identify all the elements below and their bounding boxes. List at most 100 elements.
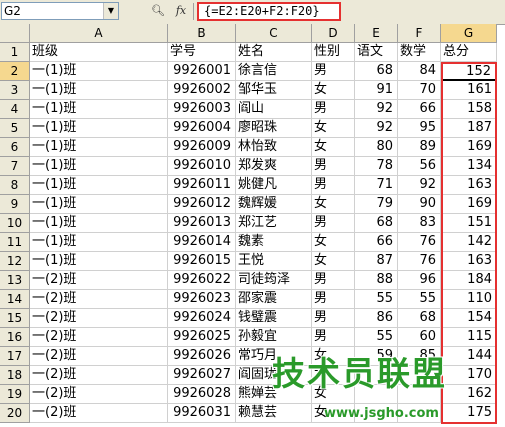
cell-f13[interactable]: 96 (398, 271, 441, 290)
row-header-7[interactable]: 7 (0, 157, 30, 176)
cell-a15[interactable]: 一(2)班 (30, 309, 168, 328)
formula-input[interactable]: {=E2:E20+F2:F20} (197, 2, 341, 21)
column-header-g[interactable]: G (441, 24, 497, 43)
cell-d18[interactable]: 女 (312, 366, 355, 385)
cell-d16[interactable]: 男 (312, 328, 355, 347)
cell-e20[interactable] (355, 404, 398, 423)
cell-g14[interactable]: 110 (441, 290, 497, 309)
row-header-15[interactable]: 15 (0, 309, 30, 328)
row-header-9[interactable]: 9 (0, 195, 30, 214)
cell-f12[interactable]: 76 (398, 252, 441, 271)
cell-b6[interactable]: 9926009 (168, 138, 236, 157)
cell-c8[interactable]: 姚健凡 (236, 176, 312, 195)
cell-f18[interactable] (398, 366, 441, 385)
cell-b16[interactable]: 9926025 (168, 328, 236, 347)
cell-d20[interactable]: 女 (312, 404, 355, 423)
cell-g7[interactable]: 134 (441, 157, 497, 176)
cell-c19[interactable]: 熊婵芸 (236, 385, 312, 404)
header-cell-b[interactable]: 学号 (168, 43, 236, 62)
cell-b7[interactable]: 9926010 (168, 157, 236, 176)
cell-e15[interactable]: 86 (355, 309, 398, 328)
cell-b12[interactable]: 9926015 (168, 252, 236, 271)
cell-c15[interactable]: 钱璧震 (236, 309, 312, 328)
cell-g2[interactable]: 152 (441, 62, 497, 81)
cell-f19[interactable] (398, 385, 441, 404)
cell-d13[interactable]: 男 (312, 271, 355, 290)
row-header-5[interactable]: 5 (0, 119, 30, 138)
cell-d5[interactable]: 女 (312, 119, 355, 138)
cell-c16[interactable]: 孙毅宜 (236, 328, 312, 347)
cell-g16[interactable]: 115 (441, 328, 497, 347)
cell-e5[interactable]: 92 (355, 119, 398, 138)
row-header-18[interactable]: 18 (0, 366, 30, 385)
cell-g15[interactable]: 154 (441, 309, 497, 328)
header-cell-g[interactable]: 总分 (441, 43, 497, 62)
cell-a20[interactable]: 一(2)班 (30, 404, 168, 423)
cell-a16[interactable]: 一(2)班 (30, 328, 168, 347)
cell-g11[interactable]: 142 (441, 233, 497, 252)
header-cell-c[interactable]: 姓名 (236, 43, 312, 62)
cell-f11[interactable]: 76 (398, 233, 441, 252)
cell-c4[interactable]: 阎山 (236, 100, 312, 119)
row-header-2[interactable]: 2 (0, 62, 30, 81)
cell-a14[interactable]: 一(2)班 (30, 290, 168, 309)
cell-d10[interactable]: 男 (312, 214, 355, 233)
cell-e12[interactable]: 87 (355, 252, 398, 271)
cell-c9[interactable]: 魏辉媛 (236, 195, 312, 214)
cell-b4[interactable]: 9926003 (168, 100, 236, 119)
row-header-17[interactable]: 17 (0, 347, 30, 366)
row-header-20[interactable]: 20 (0, 404, 30, 423)
cell-b5[interactable]: 9926004 (168, 119, 236, 138)
cell-b19[interactable]: 9926028 (168, 385, 236, 404)
cell-e10[interactable]: 68 (355, 214, 398, 233)
row-header-6[interactable]: 6 (0, 138, 30, 157)
row-header-1[interactable]: 1 (0, 43, 30, 62)
cell-g17[interactable]: 144 (441, 347, 497, 366)
cell-e11[interactable]: 66 (355, 233, 398, 252)
cell-d6[interactable]: 女 (312, 138, 355, 157)
cell-f3[interactable]: 70 (398, 81, 441, 100)
cell-d19[interactable]: 女 (312, 385, 355, 404)
cell-d2[interactable]: 男 (312, 62, 355, 81)
cell-b10[interactable]: 9926013 (168, 214, 236, 233)
cell-b8[interactable]: 9926011 (168, 176, 236, 195)
cell-a17[interactable]: 一(2)班 (30, 347, 168, 366)
cell-d15[interactable]: 男 (312, 309, 355, 328)
cell-b13[interactable]: 9926022 (168, 271, 236, 290)
cell-f4[interactable]: 66 (398, 100, 441, 119)
cell-g18[interactable]: 170 (441, 366, 497, 385)
cell-b11[interactable]: 9926014 (168, 233, 236, 252)
cell-a4[interactable]: 一(1)班 (30, 100, 168, 119)
cell-d4[interactable]: 男 (312, 100, 355, 119)
chevron-down-icon[interactable]: ▼ (103, 3, 118, 19)
cell-e18[interactable] (355, 366, 398, 385)
cell-a9[interactable]: 一(1)班 (30, 195, 168, 214)
header-cell-d[interactable]: 性别 (312, 43, 355, 62)
row-header-11[interactable]: 11 (0, 233, 30, 252)
cell-f2[interactable]: 84 (398, 62, 441, 81)
column-header-e[interactable]: E (355, 24, 398, 43)
cell-a10[interactable]: 一(1)班 (30, 214, 168, 233)
cell-c20[interactable]: 赖慧芸 (236, 404, 312, 423)
cell-a7[interactable]: 一(1)班 (30, 157, 168, 176)
cell-e14[interactable]: 55 (355, 290, 398, 309)
cell-b15[interactable]: 9926024 (168, 309, 236, 328)
row-header-14[interactable]: 14 (0, 290, 30, 309)
cell-a2[interactable]: 一(1)班 (30, 62, 168, 81)
cell-g4[interactable]: 158 (441, 100, 497, 119)
cell-b2[interactable]: 9926001 (168, 62, 236, 81)
cell-b17[interactable]: 9926026 (168, 347, 236, 366)
cell-f9[interactable]: 90 (398, 195, 441, 214)
cell-b9[interactable]: 9926012 (168, 195, 236, 214)
row-header-13[interactable]: 13 (0, 271, 30, 290)
cell-e4[interactable]: 92 (355, 100, 398, 119)
header-cell-e[interactable]: 语文 (355, 43, 398, 62)
cell-f5[interactable]: 95 (398, 119, 441, 138)
fx-icon[interactable]: fx (171, 2, 191, 20)
cell-f14[interactable]: 55 (398, 290, 441, 309)
cell-d17[interactable]: 女 (312, 347, 355, 366)
cell-f16[interactable]: 60 (398, 328, 441, 347)
select-all-corner[interactable] (0, 24, 30, 43)
cell-f15[interactable]: 68 (398, 309, 441, 328)
cell-d9[interactable]: 女 (312, 195, 355, 214)
